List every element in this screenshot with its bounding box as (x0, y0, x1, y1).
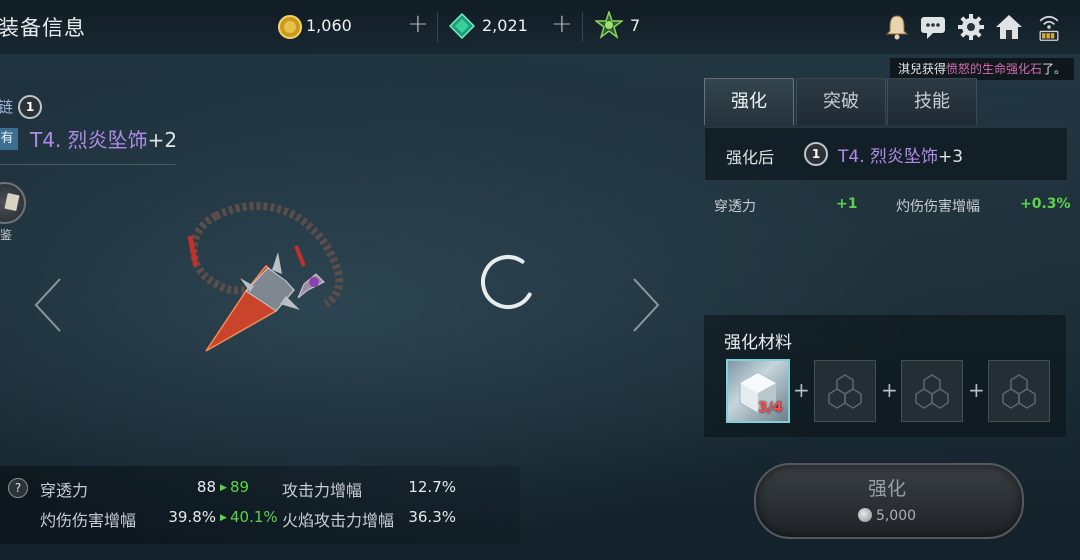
green-gem-icon (449, 13, 475, 39)
stat-label: 灼伤伤害增幅 (40, 511, 137, 530)
notice-item-name: 愤怒的生命强化石 (945, 62, 1042, 76)
enhance-cost: 5,000 (754, 508, 1020, 524)
increase-arrow-icon: ▶ (220, 483, 227, 493)
item-enhance-level: +2 (147, 128, 178, 152)
tab-breakthrough[interactable]: 突破 (796, 78, 886, 125)
bell-icon[interactable] (882, 12, 912, 42)
plus-icon: + (793, 378, 810, 402)
notice-prefix: 淇兒获得 (897, 62, 946, 76)
plus-icon: + (881, 378, 898, 402)
next-item-arrow-icon[interactable] (624, 275, 664, 335)
after-stat-label: 穿透力 (714, 199, 756, 215)
empty-slot-icon (915, 374, 949, 409)
stat-label: 火焰攻击力增幅 (282, 511, 395, 530)
divider (0, 164, 176, 165)
crystal-amount: 7 (630, 16, 641, 35)
after-stat-label: 灼伤伤害增幅 (896, 199, 980, 215)
notice-suffix: 了。 (1041, 62, 1066, 76)
empty-slot-icon (828, 374, 862, 409)
stat-value: 36.3% (408, 508, 456, 526)
add-gold-button[interactable]: + (407, 9, 429, 39)
gold-coin-icon (278, 15, 302, 39)
home-icon[interactable] (994, 12, 1024, 42)
stat-next-value: 89 (230, 478, 250, 496)
after-item-name: T4. 烈炎坠饰+3 (838, 142, 963, 167)
empty-slot-icon (1002, 374, 1036, 409)
stat-value: 12.7% (408, 478, 456, 496)
after-enhance-label: 强化后 (726, 148, 775, 167)
help-icon[interactable]: ? (8, 478, 28, 498)
gem-amount: 2,021 (482, 16, 528, 35)
after-enhance-level: +3 (938, 147, 964, 167)
enhance-cost-value: 5,000 (875, 508, 917, 524)
stat-value: 39.8% (168, 508, 216, 526)
add-gem-button[interactable]: + (551, 9, 573, 39)
stat-next-value: 40.1% (230, 508, 278, 526)
tab-skill[interactable]: 技能 (887, 78, 977, 125)
card-icon (4, 193, 20, 211)
gear-icon[interactable] (956, 12, 986, 42)
plus-icon: + (968, 378, 985, 402)
after-stat-delta: +0.3% (1020, 196, 1071, 212)
page-title: 装备信息 (0, 16, 86, 40)
item-name-text: T4. 烈炎坠饰 (30, 128, 148, 152)
divider (437, 12, 438, 42)
gold-amount: 1,060 (306, 16, 352, 35)
materials-title: 强化材料 (724, 333, 792, 353)
tier-badge: 1 (804, 142, 828, 166)
previous-item-arrow-icon[interactable] (30, 275, 70, 335)
after-item-name-text: T4. 烈炎坠饰 (838, 147, 939, 167)
silver-coin-icon (857, 508, 872, 522)
stat-label: 攻击力增幅 (282, 481, 363, 500)
loading-spinner-icon (481, 255, 535, 309)
increase-arrow-icon: ▶ (220, 513, 227, 523)
appraise-label: 鉴 (0, 228, 13, 242)
enhance-button-label: 强化 (867, 478, 906, 500)
wifi-battery-icon (1039, 15, 1059, 41)
material-slot-empty[interactable] (901, 360, 963, 422)
pendant-item-image (187, 202, 344, 352)
divider (582, 12, 583, 42)
tier-badge: 1 (18, 95, 42, 119)
item-type-label: 链 (0, 98, 14, 116)
after-stat-delta: +1 (836, 196, 858, 212)
appraise-button[interactable] (0, 182, 26, 224)
chat-icon[interactable] (918, 12, 948, 42)
material-slot-empty[interactable] (988, 360, 1050, 422)
material-slot-empty[interactable] (814, 360, 876, 422)
stat-label: 穿透力 (40, 481, 89, 500)
tab-enhance[interactable]: 强化 (704, 78, 794, 125)
material-count: 3/4 (758, 400, 783, 416)
item-name: T4. 烈炎坠饰+2 (30, 124, 177, 153)
energy-crystal-icon (595, 11, 623, 39)
owned-tag: 有 (0, 128, 18, 150)
stat-value: 88 (196, 478, 216, 496)
system-notice: 淇兒获得愤怒的生命强化石了。 (889, 58, 1074, 80)
